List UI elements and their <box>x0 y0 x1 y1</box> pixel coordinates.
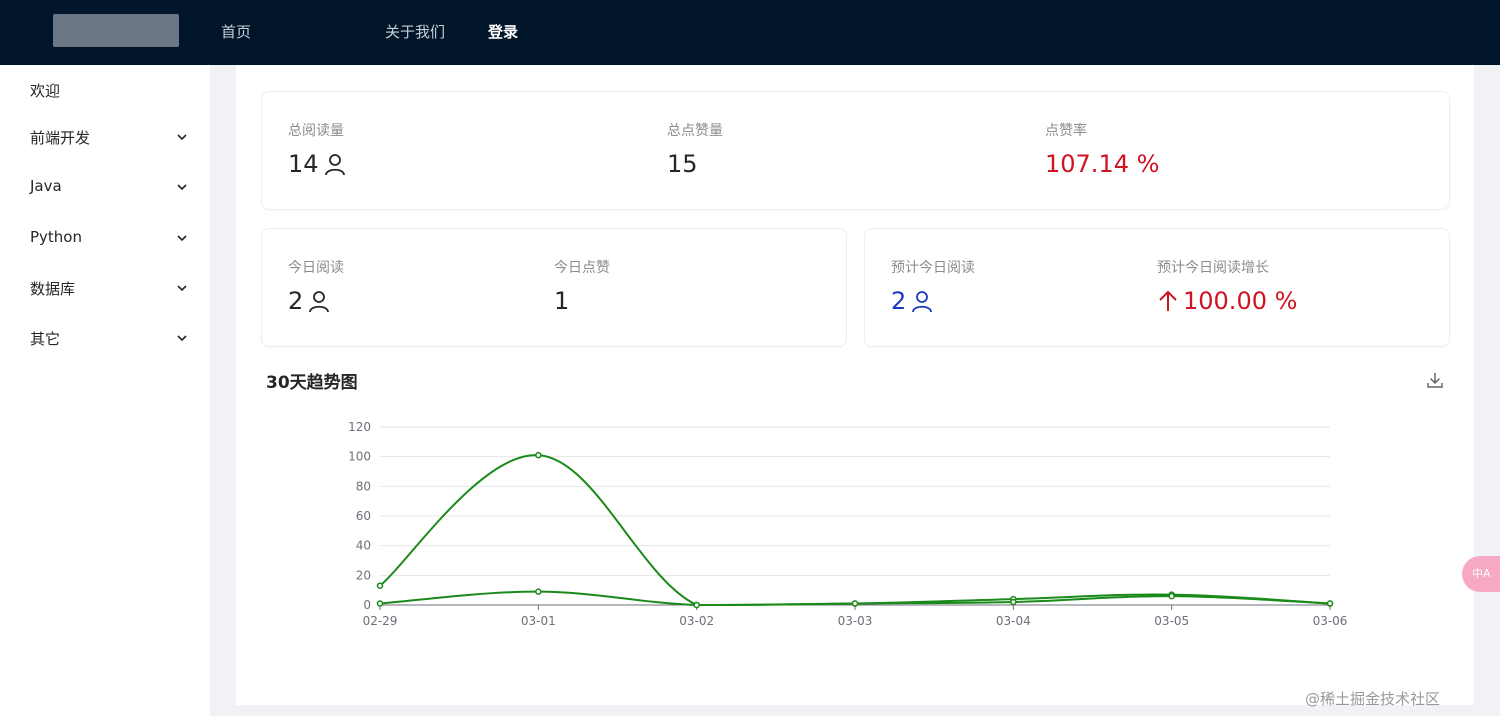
stat-est-growth: 预计今日阅读增长 100.00 % <box>1157 257 1297 317</box>
watermark: @稀土掘金技术社区 <box>1305 690 1441 708</box>
chevron-down-icon <box>177 285 187 292</box>
x-tick-label: 03-01 <box>521 614 556 628</box>
x-tick-label: 03-03 <box>838 614 873 628</box>
chevron-down-icon <box>177 235 187 242</box>
stat-title: 预计今日阅读增长 <box>1157 260 1269 276</box>
data-point <box>376 600 384 607</box>
y-tick-label: 60 <box>356 509 371 523</box>
sidebar-item-label: 欢迎 <box>30 82 61 100</box>
stat-title: 点赞率 <box>1045 123 1087 139</box>
stat-today-reads: 今日阅读 2 <box>288 257 344 317</box>
user-icon <box>324 154 345 176</box>
sidebar-item-label: 其它 <box>30 330 61 348</box>
today-card: 今日阅读 2 今日点赞 1 <box>261 228 847 347</box>
sidebar-item-label: 前端开发 <box>30 129 91 147</box>
sidebar-item-welcome[interactable]: 欢迎 <box>0 70 210 110</box>
data-point <box>1326 600 1334 607</box>
nav-login[interactable]: 登录 <box>488 21 518 42</box>
stat-title: 今日点赞 <box>554 260 610 276</box>
stat-value-row: 2 <box>891 285 975 317</box>
y-tick-label: 80 <box>356 479 371 493</box>
nav-about[interactable]: 关于我们 <box>385 21 445 42</box>
stat-value-row: 107.14 % <box>1045 148 1159 180</box>
stat-title: 预计今日阅读 <box>891 260 975 276</box>
stat-value: 100.00 % <box>1183 287 1298 315</box>
chevron-down-icon <box>177 335 187 342</box>
arrow-up-icon <box>1159 290 1177 311</box>
user-icon <box>309 291 330 313</box>
data-point <box>535 451 542 459</box>
chart-title: 30天趋势图 <box>266 373 358 393</box>
x-tick-label: 03-02 <box>679 614 714 628</box>
stat-like-rate: 点赞率 107.14 % <box>1045 120 1159 180</box>
stat-total-likes: 总点赞量 15 <box>667 120 723 180</box>
download-icon[interactable] <box>1425 370 1445 390</box>
translate-button[interactable]: 中A <box>1462 556 1500 592</box>
stat-title: 总阅读量 <box>288 123 344 139</box>
sidebar-item-other[interactable]: 其它 <box>0 318 210 358</box>
trend-line-chart: 0 20 40 60 80 100 120 02-29 03-01 03-02 03-03 03-04… <box>348 420 1348 628</box>
totals-card: 总阅读量 14 总点赞量 15 点赞率 107.14 % <box>261 91 1450 210</box>
stat-today-likes: 今日点赞 1 <box>554 257 610 317</box>
stat-title: 总点赞量 <box>667 123 723 139</box>
nav-home[interactable]: 首页 <box>221 21 251 42</box>
x-tick-label: 03-05 <box>1154 614 1189 628</box>
x-tick-label: 03-04 <box>996 614 1031 628</box>
data-point <box>851 600 859 607</box>
x-tick-label: 03-06 <box>1313 614 1348 628</box>
chevron-down-icon <box>177 184 187 191</box>
y-tick-label: 40 <box>356 539 371 553</box>
stat-total-reads: 总阅读量 14 <box>288 120 347 180</box>
stat-est-today-reads: 预计今日阅读 2 <box>891 257 975 317</box>
data-point <box>1168 592 1175 600</box>
sidebar-item-database[interactable]: 数据库 <box>0 268 210 308</box>
top-header: 首页 关于我们 登录 <box>0 0 1500 65</box>
series-line-1 <box>379 454 1331 607</box>
stat-value: 14 <box>288 150 319 178</box>
y-tick-label: 0 <box>363 598 371 612</box>
sidebar-menu: 欢迎 前端开发 Java Python 数据库 其它 <box>0 65 210 716</box>
stat-value-row: 100.00 % <box>1157 285 1297 317</box>
y-tick-label: 120 <box>348 420 371 434</box>
stat-title: 今日阅读 <box>288 260 344 276</box>
y-tick-label: 20 <box>356 568 371 582</box>
sidebar-item-frontend[interactable]: 前端开发 <box>0 117 210 157</box>
logo[interactable] <box>53 14 179 47</box>
sidebar-item-java[interactable]: Java <box>0 167 210 207</box>
stat-value-row: 14 <box>288 148 347 180</box>
sidebar-item-label: Java <box>30 177 62 195</box>
stat-value: 2 <box>288 287 304 315</box>
stat-value-row: 15 <box>667 148 723 180</box>
y-tick-label: 100 <box>348 450 371 464</box>
x-tick-label: 02-29 <box>363 614 398 628</box>
sidebar-item-label: 数据库 <box>30 280 76 298</box>
data-point <box>535 588 542 595</box>
stat-value-row: 2 <box>288 285 344 317</box>
stat-value: 107.14 % <box>1045 150 1160 178</box>
chevron-down-icon <box>177 134 187 141</box>
sidebar-item-python[interactable]: Python <box>0 218 210 258</box>
estimate-card: 预计今日阅读 2 预计今日阅读增长 100.00 % <box>864 228 1450 347</box>
data-point <box>376 582 384 589</box>
stat-value: 2 <box>891 287 907 315</box>
stat-value: 15 <box>667 150 698 178</box>
data-point <box>1010 598 1017 606</box>
data-point <box>693 601 700 609</box>
sidebar-item-label: Python <box>30 228 82 246</box>
stat-value: 1 <box>554 287 570 315</box>
user-icon <box>912 291 933 313</box>
stat-value-row: 1 <box>554 285 610 317</box>
